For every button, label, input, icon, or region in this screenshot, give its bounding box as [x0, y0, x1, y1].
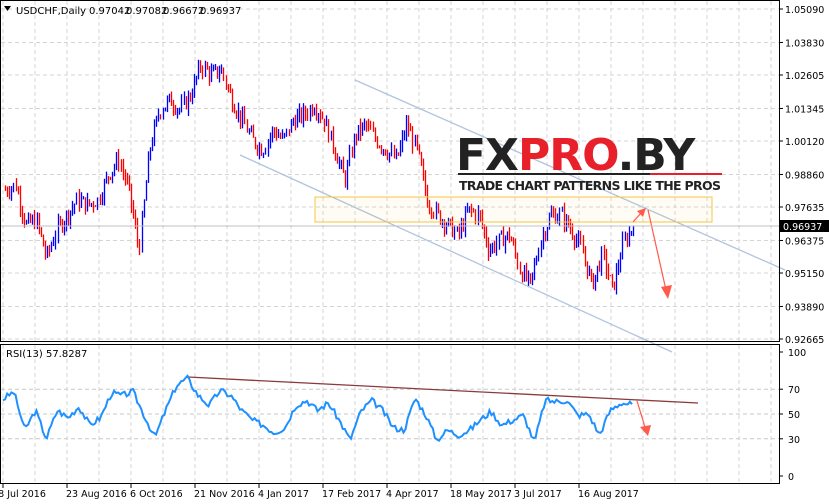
time-tick-label: 23 Aug 2016: [66, 489, 127, 500]
price-tick-label: 1.02605: [785, 71, 824, 82]
rsi-tick-label: 0: [788, 472, 794, 483]
price-tick-label: 0.98860: [785, 170, 824, 181]
resistance-zone[interactable]: [314, 196, 713, 223]
rsi-tick-label: 30: [788, 435, 800, 446]
current-price-label: 0.96937: [783, 222, 822, 233]
price-tick-label: 0.93890: [785, 302, 824, 313]
time-tick-label: 18 May 2017: [450, 489, 512, 500]
time-tick-label: 16 Aug 2017: [578, 489, 639, 500]
price-tick-label: 0.97635: [785, 203, 824, 214]
usdchf-chart[interactable]: FXPRO.BY TRADE CHART PATTERNS LIKE THE P…: [0, 0, 829, 504]
time-tick-label: 21 Nov 2016: [194, 489, 255, 500]
rsi-tick-label: 50: [788, 410, 800, 421]
time-tick-label: 4 Jan 2017: [258, 489, 309, 500]
price-tick-label: 1.05090: [785, 5, 824, 16]
rsi-tick-label: 70: [788, 385, 800, 396]
time-tick-label: 17 Feb 2017: [322, 489, 381, 500]
time-tick-label: 6 Oct 2016: [130, 489, 183, 500]
rsi-tick-label: 100: [788, 348, 806, 359]
fxpro-logo: FXPRO.BY TRADE CHART PATTERNS LIKE THE P…: [456, 130, 722, 193]
price-tick-label: 1.03830: [785, 38, 824, 49]
chart-header: USDCHF,Daily 0.97042 0.97082 0.96672 0.9…: [16, 6, 241, 17]
price-tick-label: 1.00120: [785, 137, 824, 148]
price-tick-label: 0.92665: [785, 335, 824, 346]
rsi-label: RSI(13) 57.8287: [6, 349, 87, 360]
time-tick-label: 4 Apr 2017: [386, 489, 439, 500]
price-tick-label: 1.01345: [785, 104, 824, 115]
time-tick-label: 8 Jul 2016: [0, 489, 46, 500]
background: [0, 0, 829, 504]
price-tick-label: 0.95150: [785, 269, 824, 280]
time-tick-label: 3 Jul 2017: [514, 489, 562, 500]
logo-tagline: TRADE CHART PATTERNS LIKE THE PROS: [459, 178, 721, 193]
price-tick-label: 0.96375: [785, 236, 824, 247]
